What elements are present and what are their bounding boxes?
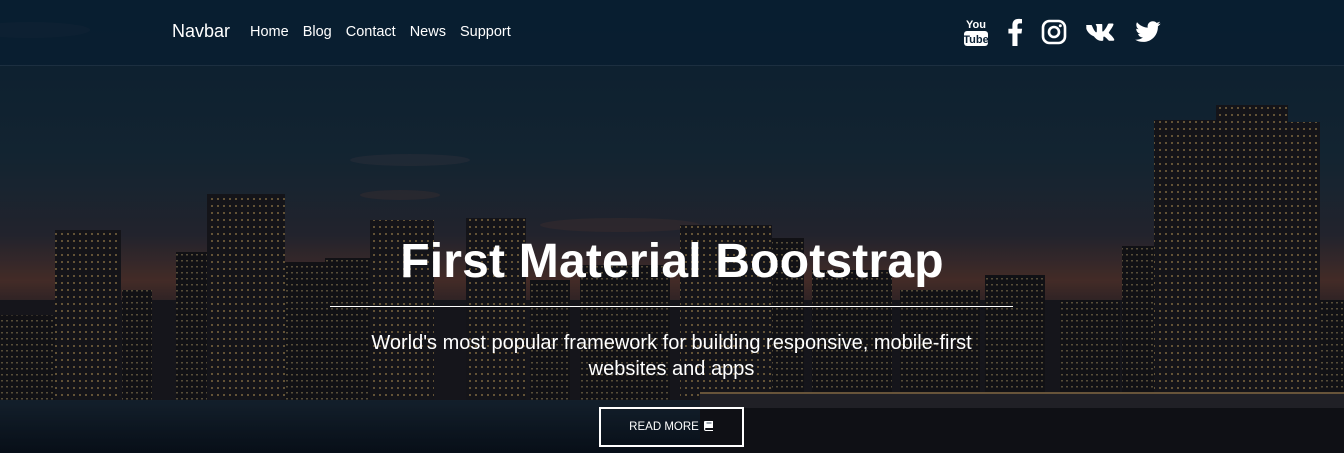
social-links: You Tube (945, 16, 1161, 48)
nav-links: Home Blog Contact News Support (250, 24, 525, 40)
nav-link-support[interactable]: Support (460, 24, 511, 40)
svg-text:Tube: Tube (963, 34, 988, 46)
nav-link-contact[interactable]: Contact (346, 24, 396, 40)
twitter-icon[interactable] (1135, 16, 1161, 48)
nav-link-news[interactable]: News (410, 24, 446, 40)
vk-icon[interactable] (1085, 16, 1117, 48)
navbar: Navbar Home Blog Contact News Support Yo… (0, 0, 1344, 66)
facebook-icon[interactable] (1007, 16, 1023, 48)
hero-title: First Material Bootstrap (400, 235, 944, 288)
hero-divider (330, 306, 1013, 307)
read-more-button[interactable]: READ MORE (599, 407, 744, 447)
read-more-label: READ MORE (629, 421, 699, 433)
hero-section: Navbar Home Blog Contact News Support Yo… (0, 0, 1344, 453)
instagram-icon[interactable] (1041, 16, 1067, 48)
book-icon (703, 420, 714, 434)
image-overlay (0, 0, 1344, 453)
nav-link-blog[interactable]: Blog (303, 24, 332, 40)
youtube-icon[interactable]: You Tube (963, 16, 989, 48)
navbar-brand[interactable]: Navbar (172, 21, 230, 42)
hero-subtitle: World's most popular framework for build… (371, 332, 972, 380)
nav-link-home[interactable]: Home (250, 24, 289, 40)
svg-text:You: You (966, 19, 986, 31)
